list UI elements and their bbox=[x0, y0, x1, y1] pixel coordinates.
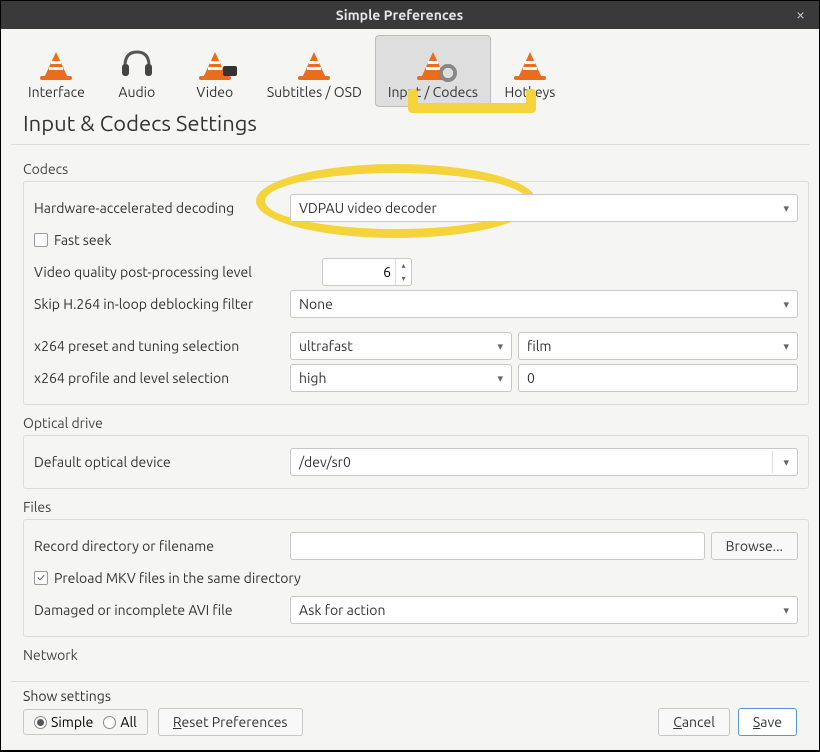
tab-video[interactable]: Video bbox=[176, 35, 254, 107]
hotkeys-cone-icon bbox=[512, 40, 548, 82]
optical-device-label: Default optical device bbox=[34, 454, 290, 470]
x264-profile-combo[interactable]: high bbox=[290, 364, 512, 392]
codecs-cone-icon bbox=[415, 40, 451, 82]
group-optical-title: Optical drive bbox=[23, 415, 809, 431]
tab-audio[interactable]: Audio bbox=[98, 35, 176, 107]
spin-down-icon[interactable]: ▾ bbox=[396, 272, 411, 285]
tab-interface[interactable]: Interface bbox=[15, 35, 98, 107]
group-files: Record directory or filename Browse... ✓… bbox=[23, 519, 809, 637]
group-codecs-title: Codecs bbox=[23, 161, 809, 177]
x264-level-input[interactable] bbox=[518, 364, 798, 392]
page-title: Input & Codecs Settings bbox=[1, 107, 819, 144]
x264-tune-combo[interactable]: film bbox=[518, 332, 798, 360]
group-files-title: Files bbox=[23, 499, 809, 515]
group-codecs: Hardware-accelerated decoding VDPAU vide… bbox=[23, 181, 809, 405]
tab-label: Video bbox=[196, 84, 233, 100]
tab-hotkeys[interactable]: Hotkeys bbox=[491, 35, 569, 107]
subtitles-cone-icon bbox=[296, 40, 332, 82]
x264-preset-combo[interactable]: ultrafast bbox=[290, 332, 512, 360]
radio-simple[interactable]: Simple bbox=[34, 714, 93, 730]
settings-scroll-area[interactable]: Codecs Hardware-accelerated decoding VDP… bbox=[1, 145, 819, 681]
headphones-icon bbox=[118, 40, 156, 82]
fast-seek-checkbox[interactable]: Fast seek bbox=[34, 232, 111, 248]
checkbox-icon: ✓ bbox=[34, 571, 48, 585]
tab-label: Subtitles / OSD bbox=[267, 84, 362, 100]
reset-preferences-button[interactable]: Reset Preferences bbox=[158, 708, 303, 736]
damaged-avi-label: Damaged or incomplete AVI file bbox=[34, 602, 290, 618]
save-button[interactable]: Save bbox=[738, 708, 797, 736]
footer: Show settings Simple All Reset Preferenc… bbox=[1, 682, 819, 750]
tab-subtitles[interactable]: Subtitles / OSD bbox=[254, 35, 375, 107]
optical-device-combo[interactable]: /dev/sr0 bbox=[290, 448, 798, 476]
hw-decode-combo[interactable]: VDPAU video decoder bbox=[290, 194, 798, 222]
radio-all[interactable]: All bbox=[103, 714, 136, 730]
browse-button[interactable]: Browse... bbox=[711, 532, 798, 560]
record-dir-label: Record directory or filename bbox=[34, 538, 290, 554]
hw-decode-label: Hardware-accelerated decoding bbox=[34, 200, 290, 216]
x264-profile-label: x264 profile and level selection bbox=[34, 370, 290, 386]
video-cone-icon bbox=[197, 40, 233, 82]
titlebar: Simple Preferences × bbox=[1, 1, 819, 29]
preferences-window: Simple Preferences × Interface Audio Vid… bbox=[1, 1, 819, 750]
close-icon[interactable]: × bbox=[790, 6, 811, 24]
preload-mkv-checkbox[interactable]: ✓ Preload MKV files in the same director… bbox=[34, 570, 301, 586]
skip-h264-label: Skip H.264 in-loop deblocking filter bbox=[34, 296, 290, 312]
skip-h264-combo[interactable]: None bbox=[290, 290, 798, 318]
x264-preset-label: x264 preset and tuning selection bbox=[34, 338, 290, 354]
category-toolbar: Interface Audio Video Subtitles / OSD In… bbox=[1, 29, 819, 107]
group-optical: Default optical device /dev/sr0 bbox=[23, 435, 809, 489]
window-title: Simple Preferences bbox=[9, 7, 790, 23]
tab-input-codecs[interactable]: Input / Codecs bbox=[375, 35, 491, 107]
tab-label: Input / Codecs bbox=[388, 84, 478, 100]
vq-post-spinner[interactable]: 6 ▴▾ bbox=[322, 258, 412, 286]
tab-label: Interface bbox=[28, 84, 85, 100]
cone-icon bbox=[38, 40, 74, 82]
radio-icon bbox=[34, 716, 47, 729]
tab-label: Hotkeys bbox=[505, 84, 556, 100]
show-settings-label: Show settings bbox=[23, 688, 797, 704]
damaged-avi-combo[interactable]: Ask for action bbox=[290, 596, 798, 624]
fast-seek-label: Fast seek bbox=[54, 232, 111, 248]
preload-mkv-label: Preload MKV files in the same directory bbox=[54, 570, 301, 586]
vq-post-label: Video quality post-processing level bbox=[34, 264, 322, 280]
radio-icon bbox=[103, 716, 116, 729]
show-settings-radio-group: Simple All bbox=[23, 709, 148, 735]
group-network-title: Network bbox=[23, 647, 809, 663]
cancel-button[interactable]: Cancel bbox=[658, 708, 730, 736]
checkbox-icon bbox=[34, 233, 48, 247]
spin-up-icon[interactable]: ▴ bbox=[396, 259, 411, 272]
record-dir-input[interactable] bbox=[290, 532, 705, 560]
tab-label: Audio bbox=[118, 84, 155, 100]
